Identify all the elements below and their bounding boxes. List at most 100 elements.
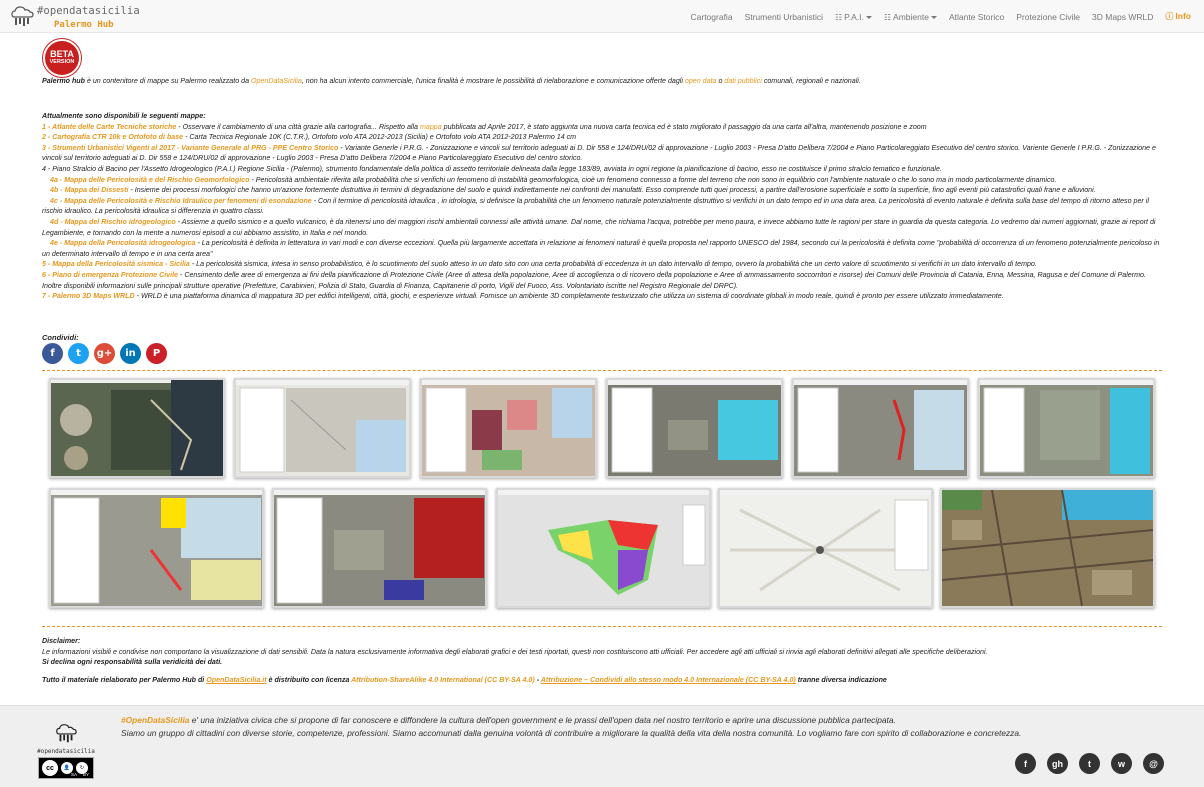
map-thumbnail-atlante[interactable]: [49, 378, 225, 478]
footer-logo-name: #opendatasicilia: [37, 748, 95, 755]
footer-text-1: e' una iniziativa civica che si propone …: [189, 715, 896, 725]
cc-by-label: BY: [82, 772, 89, 777]
map-thumbnail-ctr[interactable]: [234, 378, 411, 478]
map-thumbnail-prg[interactable]: [420, 378, 597, 478]
nav-info-label: Info: [1175, 11, 1191, 21]
disclaimer-text: Le informazioni visibili e condivise non…: [42, 647, 988, 656]
map-description: - Osservare il cambiamento di una città …: [176, 122, 420, 131]
footer-lead: #OpenDataSicilia: [121, 715, 190, 725]
maps-container: 1 - Atlante delle Carte Tecniche storich…: [42, 122, 1164, 302]
maps-list: Attualmente sono disponibili le seguenti…: [42, 111, 1164, 302]
map-thumbnail-pericolosita-idrogeologica[interactable]: [272, 488, 487, 608]
link-dati-pubblici[interactable]: dati pubblici: [724, 77, 761, 85]
map-link[interactable]: 4a - Mappa delle Pericolosità e del Risc…: [50, 176, 249, 184]
link-opendatasicilia[interactable]: OpenDataSicilia: [251, 77, 302, 85]
cloud-logo-icon: [56, 724, 77, 743]
map-list-item: 4b - Mappa dei Dissesti - Insieme dei pr…: [42, 185, 1164, 196]
nav-strumenti-urbanistici[interactable]: Strumenti Urbanistici: [739, 12, 829, 22]
map-list-item: 5 - Mappa della Pericolosità sismica - S…: [42, 259, 1164, 270]
cc-license-badge[interactable]: cc 👤 ↻ BY SA: [38, 757, 94, 779]
email-icon[interactable]: @: [1143, 753, 1164, 774]
nav-menu: Cartografia Strumenti Urbanistici ☷ P.A.I…: [685, 0, 1204, 33]
twitter-icon[interactable]: t: [68, 343, 89, 364]
map-inline-link[interactable]: mappa: [420, 123, 442, 131]
map-thumbnail-3d-wrld[interactable]: [940, 488, 1155, 608]
map-link[interactable]: 5 - Mappa della Pericolosità sismica - S…: [42, 260, 190, 268]
disclaimer: Disclaimer: Le informazioni visibili e c…: [42, 636, 1164, 668]
map-description: - La pericolosità è definita in letterat…: [42, 239, 1160, 258]
nav-3d-maps[interactable]: 3D Maps WRLD: [1086, 12, 1159, 22]
github-icon[interactable]: gh: [1047, 753, 1068, 774]
nav-pai-dropdown[interactable]: ☷ P.A.I.: [829, 12, 878, 22]
nav-info[interactable]: ⓘ Info: [1159, 11, 1204, 22]
linkedin-icon[interactable]: in: [120, 343, 141, 364]
map-link[interactable]: 2 - Cartografia CTR 10k e Ortofoto di ba…: [42, 133, 183, 141]
link-cc-by-sa-international[interactable]: Attribution-ShareAlike 4.0 International…: [351, 676, 535, 684]
map-list-item: 4a - Mappa delle Pericolosità e del Risc…: [42, 175, 1164, 186]
map-list-item: 1 - Atlante delle Carte Tecniche storich…: [42, 122, 1164, 133]
caret-down-icon: [930, 15, 937, 19]
map-list-item: 2 - Cartografia CTR 10k e Ortofoto di ba…: [42, 132, 1164, 143]
map-list-item: 3 - Strumenti Urbanistici Vigenti al 201…: [42, 143, 1164, 164]
map-thumbnail-idraulico[interactable]: [978, 378, 1155, 478]
map-link[interactable]: 7 - Palermo 3D Maps WRLD: [42, 292, 135, 300]
share-buttons: f t g+ in P: [42, 343, 167, 364]
cc-icon: cc: [42, 760, 58, 776]
nav-protezione-civile[interactable]: Protezione Civile: [1010, 12, 1086, 22]
license-notice: Tutto il materiale rielaborato per Paler…: [42, 675, 1164, 686]
th-list-icon: ☷: [883, 12, 892, 22]
map-link[interactable]: 4c - Mappa delle Pericolosità e Rischio …: [50, 197, 312, 205]
map-description: - Insieme dei processi morfologici che h…: [128, 186, 1096, 195]
twitter-icon[interactable]: t: [1079, 753, 1100, 774]
map-link[interactable]: 4b - Mappa dei Dissesti: [50, 186, 128, 194]
map-link[interactable]: 6 - Piano di emergenza Protezione Civile: [42, 271, 178, 279]
nav-ambiente-dropdown[interactable]: ☷ Ambiente: [878, 12, 943, 22]
beta-label: BETA: [50, 49, 74, 59]
map-list-item: 4c - Mappa delle Pericolosità e Rischio …: [42, 196, 1164, 217]
map-list-item: 4d - Mappa del Rischio idrogeologico - A…: [42, 217, 1164, 238]
brand-subtitle: Palermo Hub: [54, 20, 114, 30]
brand-logo[interactable]: #opendatasicilia Palermo Hub: [9, 3, 169, 31]
map-description: - WRLD è una piattaforma dinamica di map…: [134, 292, 1004, 301]
nav-cartografia[interactable]: Cartografia: [685, 12, 739, 22]
footer-social: f gh t w @: [1015, 753, 1164, 774]
maps-heading: Attualmente sono disponibili le seguenti…: [42, 112, 206, 120]
map-link[interactable]: 4e - Mappa della Pericolosità idrogeolog…: [50, 239, 195, 247]
beta-version-label: VERSION: [49, 59, 75, 65]
map-link[interactable]: 1 - Atlante delle Carte Tecniche storich…: [42, 123, 176, 131]
map-description: - Censimento delle aree di emergenza ai …: [42, 270, 1146, 290]
map-link[interactable]: 3 - Strumenti Urbanistici Vigenti al 201…: [42, 144, 338, 152]
pinterest-icon[interactable]: P: [146, 343, 167, 364]
map-list-item: 6 - Piano di emergenza Protezione Civile…: [42, 270, 1164, 291]
map-thumbnail-dissesti[interactable]: [792, 378, 969, 478]
map-thumbnail-geomorfologico[interactable]: [606, 378, 783, 478]
info-circle-icon: ⓘ: [1165, 12, 1174, 21]
map-description: - La pericolosità sismica, intesa in sen…: [189, 260, 1037, 269]
link-open-data[interactable]: open data: [685, 77, 717, 85]
license-text: Tutto il materiale rielaborato per Paler…: [42, 676, 207, 684]
map-description: pubblicata ad Aprile 2017, è stato aggiu…: [441, 122, 927, 131]
disclaimer-title: Disclaimer:: [42, 637, 81, 645]
divider: [42, 626, 1162, 627]
map-thumbnail-protezione-civile[interactable]: [718, 488, 933, 608]
th-list-icon: ☷: [834, 12, 843, 22]
map-link[interactable]: 4d - Mappa del Rischio idrogeologico: [50, 218, 176, 226]
brand-title: #opendatasicilia: [37, 5, 140, 17]
disclaimer-bold: Si declina ogni responsabilità sulla ver…: [42, 658, 223, 666]
divider: [42, 370, 1162, 371]
intro-paragraph: Palermo hub è un contenitore di mappe su…: [42, 76, 1164, 87]
map-list-item: 4 - Piano Stralcio di Bacino per l'Asset…: [42, 164, 1164, 175]
map-thumbnail-sismica[interactable]: [496, 488, 711, 608]
map-description: - Assieme a quello sismico e a quello vu…: [42, 217, 1156, 237]
web-icon[interactable]: w: [1111, 753, 1132, 774]
googleplus-icon[interactable]: g+: [94, 343, 115, 364]
facebook-icon[interactable]: f: [1015, 753, 1036, 774]
map-thumbnail-rischio-idrogeologico[interactable]: [49, 488, 264, 608]
link-opendatasicilia-it[interactable]: OpenDataSicilia.it: [206, 676, 266, 684]
license-text: tranne diversa indicazione: [795, 676, 887, 684]
facebook-icon[interactable]: f: [42, 343, 63, 364]
intro-text: comunali, regionali e nazionali.: [761, 77, 861, 85]
nav-atlante-storico[interactable]: Atlante Storico: [943, 12, 1010, 22]
link-cc-by-sa-italiano[interactable]: Attribuzione – Condividi allo stesso mod…: [541, 676, 796, 684]
intro-text: , non ha alcun intento commerciale, l'un…: [301, 77, 685, 85]
